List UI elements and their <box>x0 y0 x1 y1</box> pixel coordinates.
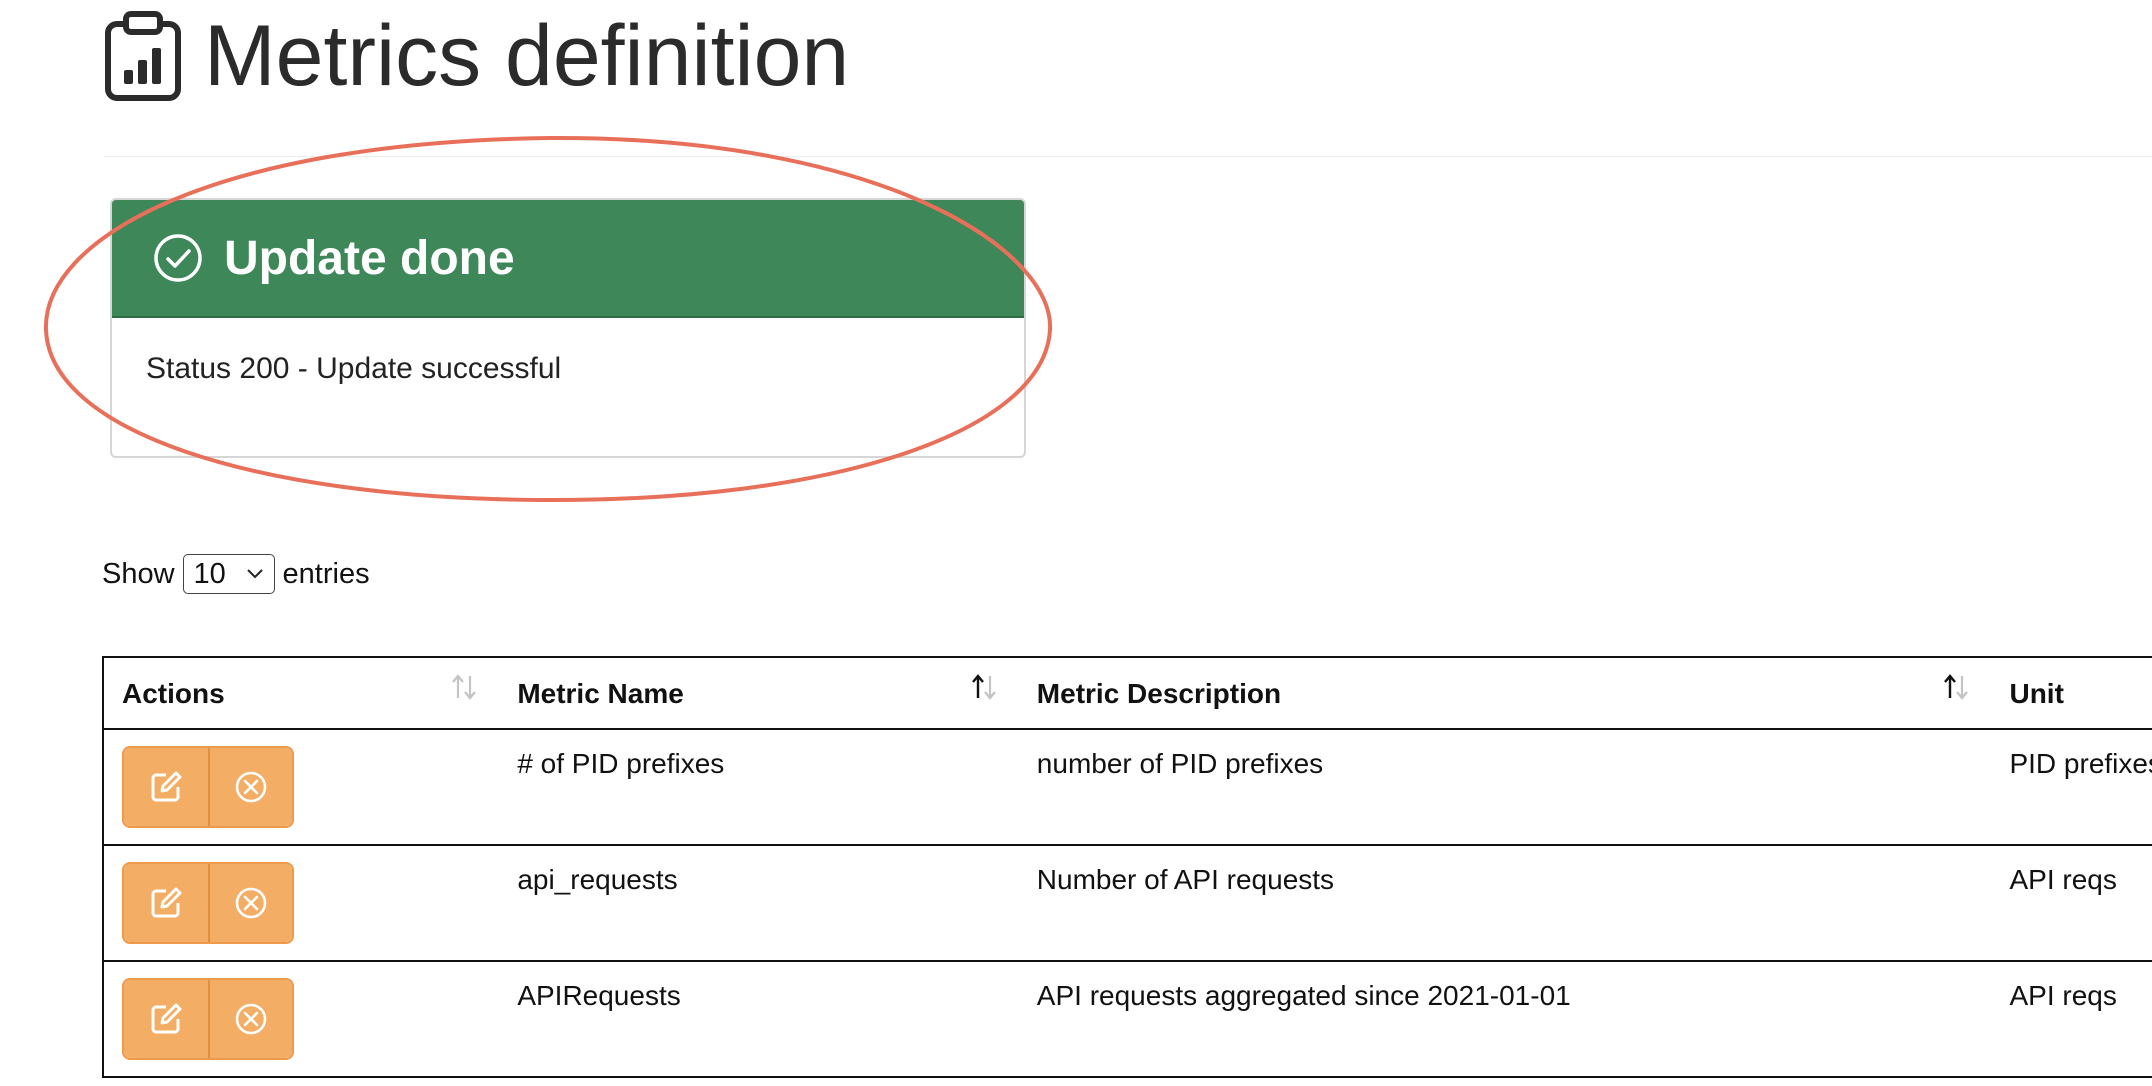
page: Metrics definition Update done Status 20… <box>0 0 2152 1086</box>
column-header-actions[interactable]: Actions <box>103 657 499 729</box>
action-buttons <box>122 746 294 828</box>
column-label: Metric Description <box>1036 678 1282 709</box>
edit-button[interactable] <box>124 980 208 1058</box>
unit-cell: API reqs <box>2009 980 2117 1011</box>
delete-button[interactable] <box>208 980 292 1058</box>
action-buttons <box>122 978 294 1060</box>
title-divider <box>104 156 2152 157</box>
metric-name-cell: APIRequests <box>517 980 681 1011</box>
page-header: Metrics definition <box>104 10 849 102</box>
alert-title: Update done <box>224 231 515 285</box>
length-suffix: entries <box>282 557 370 590</box>
chevron-down-icon <box>246 569 263 579</box>
actions-cell <box>103 961 499 1077</box>
alert-header: Update done <box>112 200 1024 318</box>
edit-button[interactable] <box>124 864 208 942</box>
update-alert: Update done Status 200 - Update successf… <box>110 198 1026 458</box>
alert-message: Status 200 - Update successful <box>146 352 562 385</box>
edit-icon <box>151 887 182 918</box>
metric-description-cell: Number of API requests <box>1036 864 1335 895</box>
metric-description-cell: API requests aggregated since 2021-01-01 <box>1036 980 1571 1011</box>
edit-icon <box>151 1003 182 1034</box>
entries-value: 10 <box>193 557 226 590</box>
edit-icon <box>151 771 182 802</box>
sort-icon <box>452 674 477 700</box>
table-header-row: Actions Metric Name Metric Description U… <box>103 657 2152 729</box>
column-label: Unit <box>2009 678 2064 709</box>
page-title: Metrics definition <box>204 8 850 104</box>
unit-cell: PID prefixes <box>2009 748 2152 779</box>
entries-select[interactable]: 10 <box>182 554 275 594</box>
metric-name-cell: api_requests <box>517 864 678 895</box>
metrics-table: Actions Metric Name Metric Description U… <box>102 656 2152 1078</box>
actions-cell <box>103 845 499 961</box>
table-row: # of PID prefixes number of PID prefixes… <box>103 729 2152 845</box>
unit-cell: API reqs <box>2009 864 2117 895</box>
metric-description-cell: number of PID prefixes <box>1036 748 1324 779</box>
column-header-unit[interactable]: Unit <box>1991 657 2152 729</box>
action-buttons <box>122 862 294 944</box>
delete-button[interactable] <box>208 864 292 942</box>
column-label: Actions <box>122 678 225 709</box>
close-circle-icon <box>235 887 267 919</box>
column-header-metric-description[interactable]: Metric Description <box>1019 657 1992 729</box>
sort-asc-icon <box>971 674 996 700</box>
edit-button[interactable] <box>124 748 208 826</box>
delete-button[interactable] <box>208 748 292 826</box>
column-header-metric-name[interactable]: Metric Name <box>499 657 1018 729</box>
length-prefix: Show <box>102 557 175 590</box>
column-label: Metric Name <box>517 678 684 709</box>
table-row: APIRequests API requests aggregated sinc… <box>103 961 2152 1077</box>
check-circle-icon <box>154 234 202 282</box>
close-circle-icon <box>235 1003 267 1035</box>
close-circle-icon <box>235 771 267 803</box>
length-menu: Show 10 entries <box>102 554 370 594</box>
table-row: api_requests Number of API requests API … <box>103 845 2152 961</box>
actions-cell <box>103 729 499 845</box>
clipboard-chart-icon <box>105 11 181 101</box>
sort-asc-icon <box>1944 674 1969 700</box>
metric-name-cell: # of PID prefixes <box>517 748 725 779</box>
